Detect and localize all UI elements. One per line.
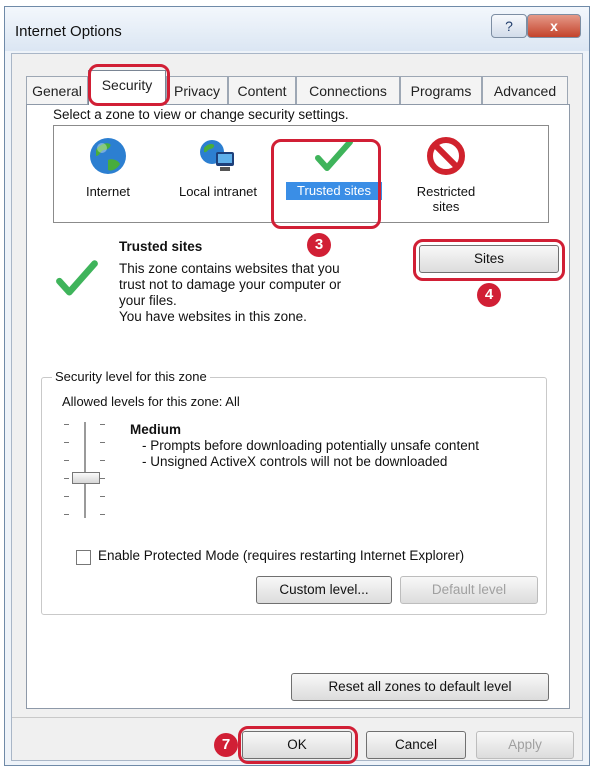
ok-button-highlight	[238, 726, 358, 764]
level-name: Medium	[130, 422, 182, 437]
step-7-badge: 7	[214, 733, 238, 757]
tab-connections[interactable]: Connections	[296, 76, 400, 104]
reset-all-zones-button[interactable]: Reset all zones to default level	[291, 673, 549, 701]
slider-tick	[64, 442, 69, 443]
slider-tick	[100, 442, 105, 443]
slider-track	[84, 422, 87, 518]
zone-info-desc: your files.	[119, 293, 177, 308]
security-level-group: Security level for this zone Allowed lev…	[41, 369, 547, 615]
zone-local-intranet[interactable]: Local intranet	[164, 128, 272, 220]
slider-thumb[interactable]	[72, 472, 100, 484]
security-level-slider[interactable]	[62, 422, 112, 522]
slider-tick	[64, 478, 69, 479]
security-level-group-label: Security level for this zone	[52, 369, 210, 384]
tab-general[interactable]: General	[26, 76, 88, 104]
blocked-icon	[427, 137, 465, 175]
allowed-levels-label: Allowed levels for this zone: All	[62, 394, 240, 409]
footer-separator	[12, 717, 582, 718]
zone-internet[interactable]: Internet	[54, 128, 162, 220]
slider-tick	[100, 424, 105, 425]
zone-label: Restricted sites	[416, 184, 476, 214]
title-bar: Internet Options ? x	[5, 7, 589, 51]
zone-info-title: Trusted sites	[119, 239, 203, 254]
internet-options-window: Internet Options ? x General Security Pr…	[4, 6, 590, 766]
security-tab-highlight	[88, 64, 170, 106]
trusted-sites-highlight	[271, 139, 381, 229]
custom-level-button[interactable]: Custom level...	[256, 576, 392, 604]
close-button[interactable]: x	[527, 14, 581, 38]
slider-tick	[64, 496, 69, 497]
zone-prompt: Select a zone to view or change security…	[53, 107, 349, 122]
slider-tick	[64, 460, 69, 461]
dialog-body: General Security Privacy Content Connect…	[11, 53, 583, 764]
zone-info-desc: You have websites in this zone.	[119, 309, 307, 324]
slider-tick	[100, 460, 105, 461]
help-button[interactable]: ?	[491, 14, 527, 38]
step-4-badge: 4	[477, 283, 501, 307]
zone-info-desc: trust not to damage your computer or	[119, 277, 342, 292]
globe-icon	[90, 138, 126, 174]
default-level-button[interactable]: Default level	[400, 576, 538, 604]
zone-label: Local intranet	[178, 184, 258, 199]
slider-tick	[100, 514, 105, 515]
trusted-sites-checkmark-icon	[56, 260, 98, 296]
slider-tick	[100, 496, 105, 497]
level-description: - Prompts before downloading potentially…	[142, 438, 479, 453]
slider-tick	[64, 514, 69, 515]
step-3-badge: 3	[307, 233, 331, 257]
slider-tick	[64, 424, 69, 425]
tab-advanced[interactable]: Advanced	[482, 76, 568, 104]
slider-tick	[100, 478, 105, 479]
zone-label: Internet	[85, 184, 131, 199]
zone-restricted-sites[interactable]: Restricted sites	[392, 128, 500, 220]
sites-button-highlight	[413, 239, 565, 281]
tab-programs[interactable]: Programs	[400, 76, 482, 104]
zone-info-desc: This zone contains websites that you	[119, 261, 340, 276]
window-title: Internet Options	[15, 23, 122, 40]
level-description: - Unsigned ActiveX controls will not be …	[142, 454, 448, 469]
tab-content[interactable]: Content	[228, 76, 296, 104]
protected-mode-checkbox[interactable]	[76, 550, 91, 565]
security-tab-panel: Select a zone to view or change security…	[26, 104, 570, 709]
apply-button[interactable]: Apply	[476, 731, 574, 759]
protected-mode-label: Enable Protected Mode (requires restarti…	[98, 548, 465, 563]
tab-privacy[interactable]: Privacy	[166, 76, 228, 104]
cancel-button[interactable]: Cancel	[366, 731, 466, 759]
network-icon	[200, 140, 234, 171]
